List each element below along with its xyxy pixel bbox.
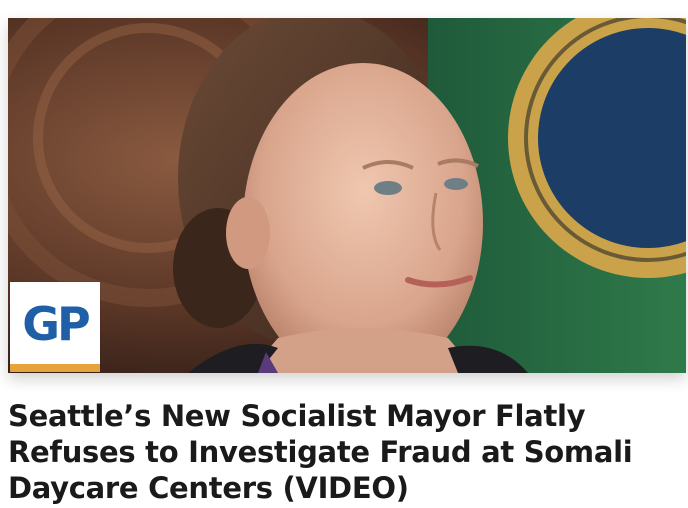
publisher-logo[interactable]: GP — [10, 282, 100, 372]
article-headline[interactable]: Seattle’s New Socialist Mayor Flatly Ref… — [8, 398, 680, 506]
article-hero-image[interactable] — [8, 18, 686, 373]
article-card[interactable]: GP Seattle’s New Socialist Mayor Flatly … — [0, 0, 688, 508]
logo-accent-bar — [10, 364, 100, 372]
publisher-logo-text: GP — [22, 297, 91, 351]
hero-photo — [8, 18, 686, 373]
